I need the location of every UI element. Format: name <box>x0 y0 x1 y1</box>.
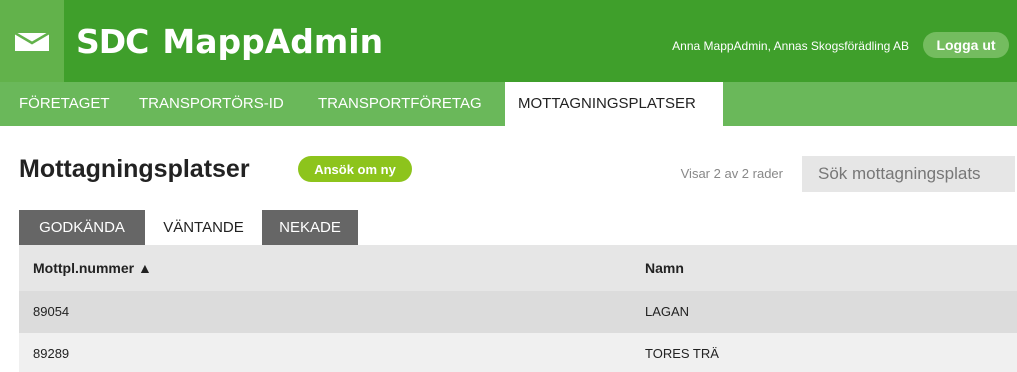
apply-new-button[interactable]: Ansök om ny <box>298 156 412 182</box>
tab-godkanda[interactable]: GODKÄNDA <box>19 210 145 245</box>
logout-button[interactable]: Logga ut <box>923 32 1009 58</box>
cell-number: 89054 <box>33 304 70 319</box>
page-title: Mottagningsplatser <box>19 155 250 183</box>
search-input[interactable] <box>802 156 1015 192</box>
table-header-row: Mottpl.nummer ▲ Namn <box>19 245 1017 291</box>
mail-button[interactable] <box>0 0 64 82</box>
cell-number: 89289 <box>33 346 70 361</box>
nav-item-transportforetag[interactable]: TRANSPORTFÖRETAG <box>318 82 482 126</box>
nav-item-mottagningsplatser[interactable]: MOTTAGNINGSPLATSER <box>505 82 723 126</box>
main-nav: FÖRETAGET TRANSPORTÖRS-ID TRANSPORTFÖRET… <box>0 82 1017 126</box>
receiving-places-table: Mottpl.nummer ▲ Namn 89054 LAGAN 89289 T… <box>19 245 1017 372</box>
tab-vantande[interactable]: VÄNTANDE <box>145 210 262 245</box>
cell-name: TORES TRÄ <box>645 346 719 361</box>
app-logo[interactable]: SDC MappAdmin <box>76 18 383 64</box>
logo-sdc: SDC <box>76 21 149 61</box>
logo-app-name: MappAdmin <box>162 21 384 61</box>
nav-item-transportors-id[interactable]: TRANSPORTÖRS-ID <box>139 82 284 126</box>
app-header: SDC MappAdmin Anna MappAdmin, Annas Skog… <box>0 0 1017 82</box>
column-header-name[interactable]: Namn <box>645 245 684 291</box>
table-row[interactable]: 89289 TORES TRÄ <box>19 333 1017 372</box>
nav-item-foretaget[interactable]: FÖRETAGET <box>19 82 110 126</box>
table-row[interactable]: 89054 LAGAN <box>19 291 1017 333</box>
mail-icon <box>15 33 49 51</box>
row-count: Visar 2 av 2 rader <box>680 166 783 181</box>
tab-nekade[interactable]: NEKADE <box>262 210 358 245</box>
cell-name: LAGAN <box>645 304 690 319</box>
column-header-number[interactable]: Mottpl.nummer ▲ <box>33 245 152 291</box>
user-info: Anna MappAdmin, Annas Skogsförädling AB <box>672 39 909 53</box>
